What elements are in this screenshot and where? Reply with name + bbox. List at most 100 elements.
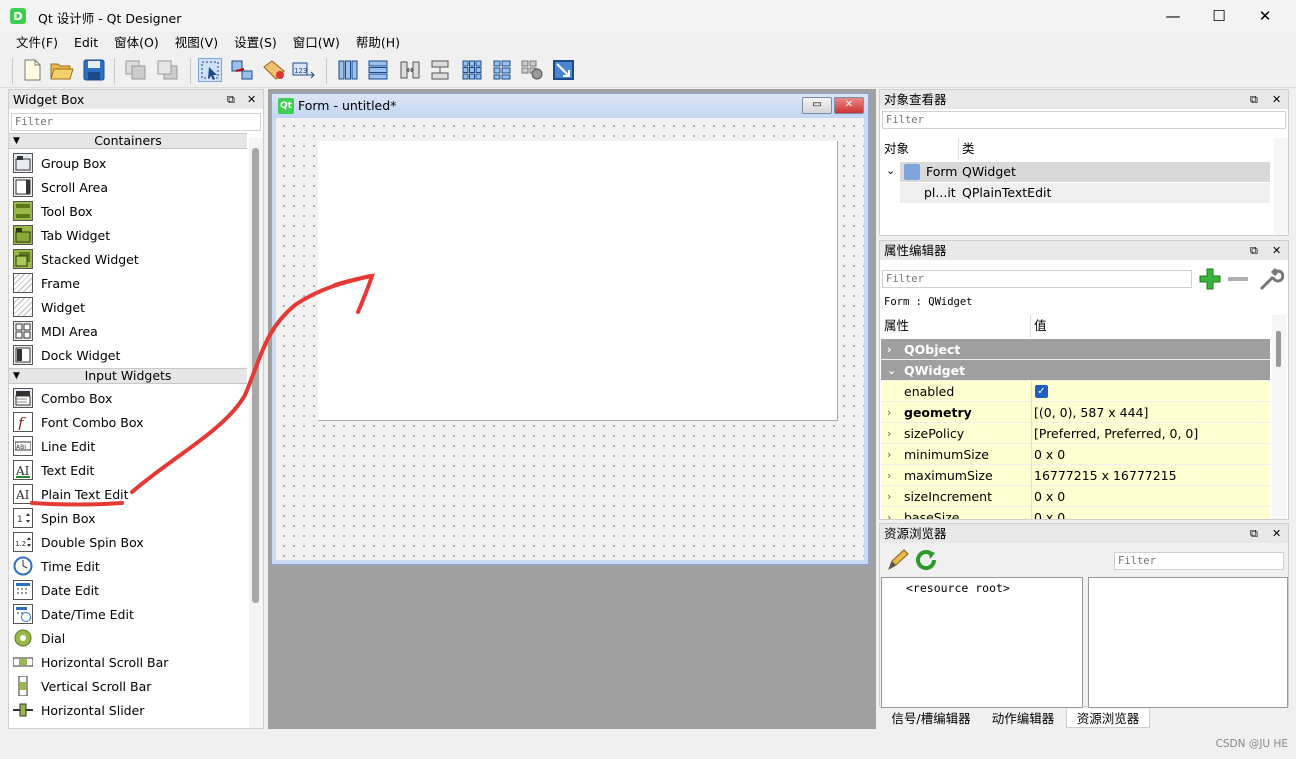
menu-help[interactable]: 帮助(H)	[348, 32, 408, 54]
widget-item-group-box[interactable]: Group Box	[13, 151, 247, 175]
menu-file[interactable]: 文件(F)	[8, 32, 66, 54]
widget-item-tool-box[interactable]: Tool Box	[13, 199, 247, 223]
tab-signal-slot-editor[interactable]: 信号/槽编辑器	[884, 709, 978, 728]
edit-widgets-icon[interactable]	[198, 58, 222, 82]
form-window[interactable]: Qt Form - untitled* ▭ ✕	[271, 93, 869, 565]
widget-item-stacked-widget[interactable]: Stacked Widget	[13, 247, 247, 271]
widget-item-text-edit[interactable]: AI Text Edit	[13, 458, 247, 482]
bring-to-front-icon[interactable]	[156, 58, 180, 82]
edit-resources-pencil-icon[interactable]	[886, 548, 910, 572]
column-header-class[interactable]: 类	[962, 138, 975, 160]
widget-item-font-combo-box[interactable]: f Font Combo Box	[13, 410, 247, 434]
configure-wrench-icon[interactable]	[1258, 267, 1284, 291]
menu-window[interactable]: 窗口(W)	[285, 32, 348, 54]
float-panel-icon[interactable]: ⧉	[1250, 524, 1258, 543]
menu-form[interactable]: 窗体(O)	[106, 32, 167, 54]
widget-item-line-edit[interactable]: ABI Line Edit	[13, 434, 247, 458]
column-header-object[interactable]: 对象	[884, 138, 910, 160]
object-row-plaintextedit[interactable]: pl...it QPlainTextEdit	[900, 183, 1270, 203]
form-canvas[interactable]	[276, 118, 864, 560]
float-panel-icon[interactable]: ⧉	[1250, 90, 1258, 109]
widget-item-time-edit[interactable]: Time Edit	[13, 554, 247, 578]
column-header-property[interactable]: 属性	[884, 315, 910, 337]
widget-item-vertical-scroll-bar[interactable]: Vertical Scroll Bar	[13, 674, 247, 698]
widget-item-double-spin-box[interactable]: 1.2 Double Spin Box	[13, 530, 247, 554]
widget-item-widget[interactable]: Widget	[13, 295, 247, 319]
layout-grid-icon[interactable]	[460, 58, 484, 82]
layout-vertical-icon[interactable]	[366, 58, 390, 82]
category-input-widgets[interactable]: ▼ Input Widgets	[9, 368, 247, 384]
widget-item-horizontal-slider[interactable]: Horizontal Slider	[13, 698, 247, 722]
widget-item-dial[interactable]: Dial	[13, 626, 247, 650]
layout-horizontal-icon[interactable]	[336, 58, 360, 82]
widget-item-combo-box[interactable]: Combo Box	[13, 386, 247, 410]
widget-item-tab-widget[interactable]: Tab Widget	[13, 223, 247, 247]
scrollbar-thumb[interactable]	[252, 148, 259, 603]
resource-file-list[interactable]	[1088, 577, 1288, 708]
close-button[interactable]: ✕	[1242, 0, 1288, 32]
layout-horizontal-splitter-icon[interactable]	[398, 58, 422, 82]
property-row-maximumsize[interactable]: › maximumSize 16777215 x 16777215	[881, 465, 1270, 486]
widget-item-dock-widget[interactable]: Dock Widget	[13, 343, 247, 367]
layout-vertical-splitter-icon[interactable]	[428, 58, 452, 82]
edit-tab-order-icon[interactable]: 123	[292, 58, 316, 82]
tab-action-editor[interactable]: 动作编辑器	[982, 709, 1064, 728]
property-row-geometry[interactable]: › geometry [(0, 0), 587 x 444]	[881, 402, 1270, 423]
edit-buddies-icon[interactable]	[262, 58, 286, 82]
widget-item-scroll-area[interactable]: Scroll Area	[13, 175, 247, 199]
property-row-basesize[interactable]: › baseSize 0 x 0	[881, 507, 1270, 519]
widget-filter-input[interactable]	[11, 113, 261, 131]
widget-item-plain-text-edit[interactable]: AI Plain Text Edit	[13, 482, 247, 506]
object-filter-input[interactable]	[882, 111, 1286, 129]
menu-settings[interactable]: 设置(S)	[226, 32, 285, 54]
property-group-qwidget[interactable]: ⌄ QWidget	[881, 360, 1270, 381]
close-panel-icon[interactable]: ✕	[247, 90, 256, 109]
object-row-form[interactable]: ⌄ Form QWidget	[886, 162, 1270, 182]
send-to-back-icon[interactable]	[124, 58, 148, 82]
menu-view[interactable]: 视图(V)	[167, 32, 226, 54]
property-row-sizepolicy[interactable]: › sizePolicy [Preferred, Preferred, 0, 0…	[881, 423, 1270, 444]
menu-edit[interactable]: Edit	[66, 32, 106, 54]
enabled-checkbox[interactable]: ✓	[1035, 385, 1048, 398]
widget-item-date-time-edit[interactable]: Date/Time Edit	[13, 602, 247, 626]
form-close-button[interactable]: ✕	[834, 97, 864, 114]
scrollbar-thumb[interactable]	[1276, 331, 1281, 367]
adjust-size-icon[interactable]	[552, 58, 576, 82]
tab-resource-browser[interactable]: 资源浏览器	[1066, 709, 1150, 728]
break-layout-icon[interactable]	[520, 58, 544, 82]
property-row-minimumsize[interactable]: › minimumSize 0 x 0	[881, 444, 1270, 465]
remove-property-icon[interactable]	[1228, 277, 1248, 281]
plain-text-edit-widget[interactable]	[318, 141, 838, 421]
widget-item-spin-box[interactable]: 1 Spin Box	[13, 506, 247, 530]
layout-form-icon[interactable]	[490, 58, 514, 82]
resource-root-item[interactable]: <resource root>	[906, 581, 1010, 595]
close-panel-icon[interactable]: ✕	[1272, 90, 1281, 109]
property-row-sizeincrement[interactable]: › sizeIncrement 0 x 0	[881, 486, 1270, 507]
minimize-button[interactable]: —	[1150, 0, 1196, 32]
add-property-icon[interactable]	[1198, 267, 1224, 291]
maximize-button[interactable]: ☐	[1196, 0, 1242, 32]
form-title-bar[interactable]: Qt Form - untitled* ▭ ✕	[272, 94, 868, 118]
widget-box-scrollbar[interactable]	[249, 138, 263, 728]
widget-item-frame[interactable]: Frame	[13, 271, 247, 295]
form-minimize-button[interactable]: ▭	[802, 97, 832, 114]
widget-item-horizontal-scroll-bar[interactable]: Horizontal Scroll Bar	[13, 650, 247, 674]
property-editor-scrollbar[interactable]	[1272, 315, 1286, 519]
widget-item-mdi-area[interactable]: MDI Area	[13, 319, 247, 343]
column-header-value[interactable]: 值	[1034, 315, 1047, 337]
float-panel-icon[interactable]: ⧉	[227, 90, 235, 109]
category-containers[interactable]: ▼ Containers	[9, 133, 247, 149]
resource-filter-input[interactable]	[1114, 552, 1284, 570]
property-filter-input[interactable]	[882, 270, 1192, 288]
reload-icon[interactable]	[914, 548, 938, 572]
new-file-icon[interactable]	[20, 58, 44, 82]
float-panel-icon[interactable]: ⧉	[1250, 241, 1258, 260]
widget-item-date-edit[interactable]: Date Edit	[13, 578, 247, 602]
property-group-qobject[interactable]: › QObject	[881, 339, 1270, 360]
property-row-enabled[interactable]: enabled ✓	[881, 381, 1270, 402]
edit-signals-slots-icon[interactable]	[230, 58, 254, 82]
close-panel-icon[interactable]: ✕	[1272, 241, 1281, 260]
open-folder-icon[interactable]	[50, 58, 74, 82]
close-panel-icon[interactable]: ✕	[1272, 524, 1281, 543]
save-icon[interactable]	[82, 58, 106, 82]
